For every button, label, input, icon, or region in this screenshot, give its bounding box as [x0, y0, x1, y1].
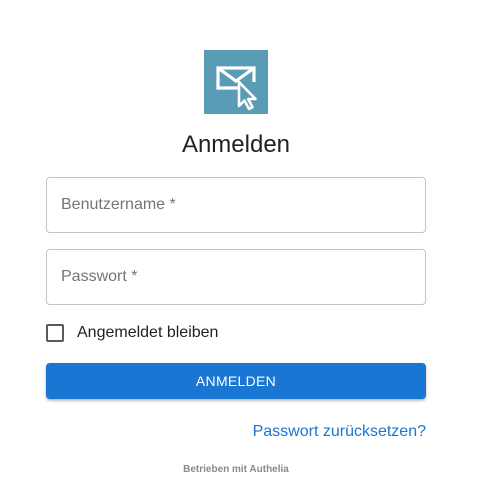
login-page: Anmelden Angemeldet bleiben ANMELDEN Pas…	[0, 0, 485, 497]
remember-me[interactable]: Angemeldet bleiben	[46, 322, 218, 344]
reset-password-link[interactable]: Passwort zurücksetzen?	[253, 423, 426, 441]
powered-by-footer: Betrieben mit Authelia	[183, 464, 289, 475]
remember-me-label[interactable]: Angemeldet bleiben	[77, 324, 218, 342]
sign-in-button[interactable]: ANMELDEN	[46, 363, 426, 399]
username-input[interactable]	[47, 178, 425, 232]
password-input[interactable]	[47, 250, 425, 304]
page-title: Anmelden	[181, 131, 291, 158]
mail-cursor-icon	[216, 66, 257, 111]
remember-me-checkbox[interactable]	[46, 324, 64, 342]
username-field[interactable]	[46, 177, 426, 233]
logo	[204, 50, 268, 114]
password-field[interactable]	[46, 249, 426, 305]
